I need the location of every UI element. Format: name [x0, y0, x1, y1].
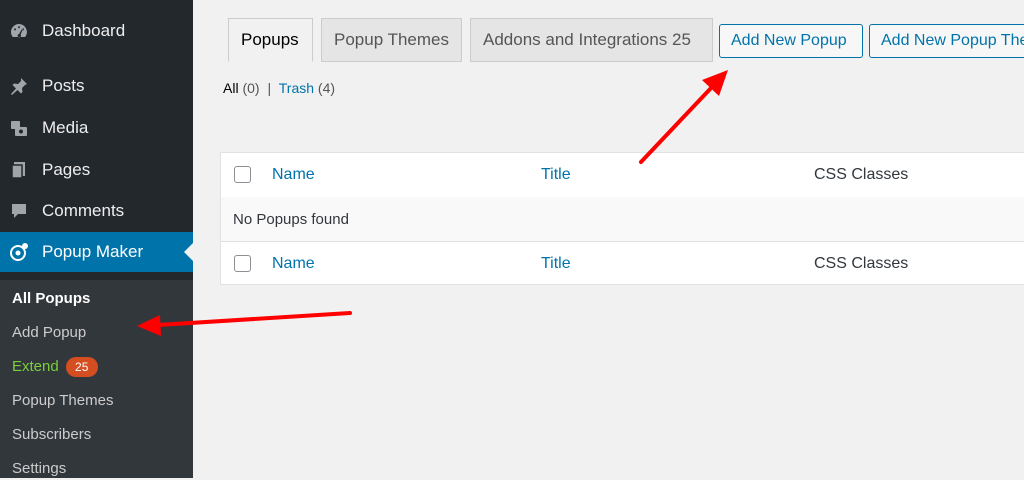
- pages-icon: [8, 159, 30, 181]
- submenu-item-subscribers[interactable]: Subscribers: [12, 424, 91, 446]
- pin-icon: [8, 75, 30, 97]
- column-title-header[interactable]: Title: [541, 166, 571, 184]
- filter-trash[interactable]: Trash: [279, 80, 314, 96]
- table-empty-row: No Popups found: [221, 197, 1024, 241]
- column-name-footer[interactable]: Name: [272, 255, 315, 273]
- submenu-item-all-popups[interactable]: All Popups: [12, 288, 90, 310]
- add-new-popup-theme-button[interactable]: Add New Popup Theme: [869, 24, 1024, 58]
- status-filter-links: All (0) | Trash (4): [223, 80, 335, 96]
- menu-item-dashboard[interactable]: Dashboard: [0, 11, 193, 51]
- comment-icon: [8, 200, 30, 222]
- filter-all-count: (0): [242, 80, 260, 96]
- menu-label: Media: [42, 118, 89, 137]
- tab-popups[interactable]: Popups: [228, 18, 313, 62]
- popup-maker-icon: [8, 241, 30, 263]
- column-css-classes-footer: CSS Classes: [814, 255, 909, 272]
- popup-maker-submenu: All Popups Add Popup Extend 25 Popup The…: [0, 280, 193, 478]
- add-new-popup-button[interactable]: Add New Popup: [719, 24, 863, 58]
- menu-item-comments[interactable]: Comments: [0, 191, 193, 231]
- admin-sidebar: Dashboard Posts Media Pages Comments Pop…: [0, 0, 193, 478]
- extend-count-badge: 25: [65, 357, 98, 377]
- select-all-checkbox[interactable]: [234, 166, 251, 183]
- select-all-checkbox-footer[interactable]: [234, 255, 251, 272]
- menu-item-posts[interactable]: Posts: [0, 66, 193, 106]
- menu-label: Pages: [42, 160, 91, 179]
- media-icon: [8, 117, 30, 139]
- column-css-classes-header: CSS Classes: [814, 166, 909, 183]
- submenu-item-extend[interactable]: Extend 25: [12, 356, 98, 378]
- menu-label: Popup Maker: [42, 242, 144, 261]
- filter-trash-count: (4): [317, 80, 336, 96]
- menu-label: Comments: [42, 201, 125, 220]
- arrow-to-add-new-popup: [639, 70, 728, 164]
- menu-item-pages[interactable]: Pages: [0, 150, 193, 190]
- submenu-item-popup-themes[interactable]: Popup Themes: [12, 390, 113, 412]
- empty-message: No Popups found: [233, 211, 349, 228]
- column-name-header[interactable]: Name: [272, 166, 315, 184]
- menu-item-popup-maker[interactable]: Popup Maker: [0, 232, 193, 272]
- column-title-footer[interactable]: Title: [541, 255, 571, 273]
- dashboard-icon: [8, 20, 30, 42]
- menu-label: Posts: [42, 76, 85, 95]
- tab-popup-themes[interactable]: Popup Themes: [321, 18, 462, 62]
- submenu-item-settings[interactable]: Settings: [12, 458, 66, 480]
- table-header-row: Name Title CSS Classes: [221, 153, 1024, 198]
- submenu-item-add-popup[interactable]: Add Popup: [12, 322, 86, 344]
- tab-addons-integrations[interactable]: Addons and Integrations 25: [470, 18, 713, 62]
- filter-separator: |: [267, 80, 272, 96]
- table-footer-row: Name Title CSS Classes: [221, 241, 1024, 286]
- filter-all[interactable]: All: [223, 80, 239, 96]
- popups-table: Name Title CSS Classes No Popups found N…: [220, 152, 1024, 285]
- menu-item-media[interactable]: Media: [0, 108, 193, 148]
- menu-label: Dashboard: [42, 21, 126, 40]
